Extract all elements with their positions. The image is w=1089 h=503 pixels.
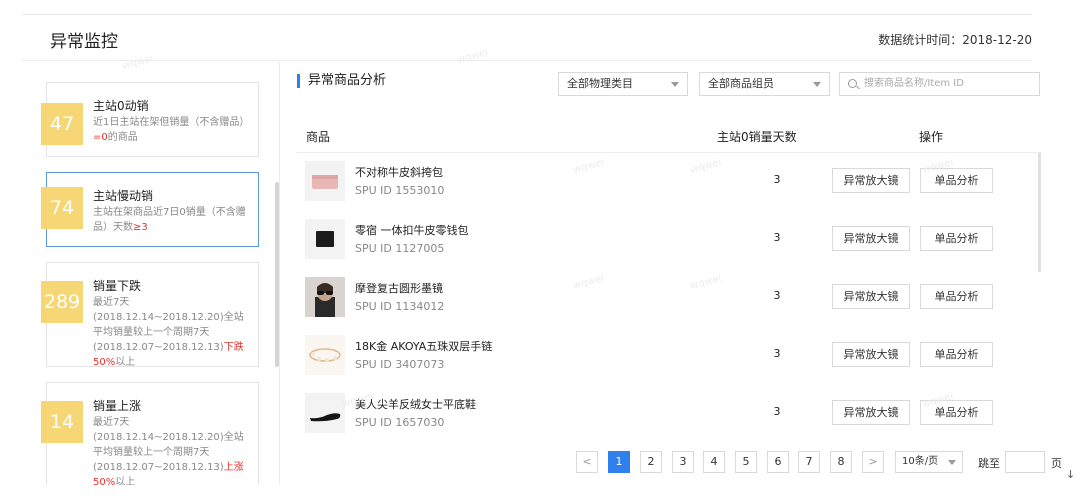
zero-sales-days: 3 bbox=[773, 173, 781, 186]
page-button-1[interactable]: 1 bbox=[608, 451, 630, 473]
page-button-7[interactable]: 7 bbox=[798, 451, 820, 473]
product-thumbnail bbox=[305, 219, 345, 259]
page-title: 异常监控 bbox=[50, 32, 118, 52]
search-icon bbox=[848, 79, 857, 88]
item-analysis-button[interactable]: 单品分析 bbox=[920, 284, 993, 309]
zero-sales-days: 3 bbox=[773, 405, 781, 418]
metric-card-sales-rise[interactable]: 14 销量上涨 最近7天(2018.12.14~2018.12.20)全站平均销… bbox=[41, 382, 259, 485]
group-select-value: 全部商品组员 bbox=[708, 77, 774, 90]
page-suffix-label: 页 bbox=[1051, 457, 1062, 470]
table-row: 摩登复古圆形墨镜 SPU ID 1134012 3 异常放大镜 单品分析 bbox=[297, 269, 1037, 327]
column-header-product: 商品 bbox=[306, 130, 331, 144]
anomaly-zoom-button[interactable]: 异常放大镜 bbox=[832, 284, 910, 309]
page-button-4[interactable]: 4 bbox=[703, 451, 725, 473]
product-thumbnail bbox=[305, 393, 345, 433]
metric-title: 销量下跌 bbox=[93, 279, 142, 293]
metric-desc: 主站在架商品近7日0销量（不含赠品）天数≥3 bbox=[93, 207, 246, 233]
column-header-action: 操作 bbox=[919, 130, 944, 144]
stat-time: 数据统计时间：2018-12-20 bbox=[878, 33, 1032, 47]
page-button-3[interactable]: 3 bbox=[672, 451, 694, 473]
table-row: 零宿 一体扣牛皮零钱包 SPU ID 1127005 3 异常放大镜 单品分析 bbox=[297, 211, 1037, 269]
metric-title: 主站慢动销 bbox=[93, 189, 154, 203]
zero-sales-days: 3 bbox=[773, 289, 781, 302]
product-spu: SPU ID 1127005 bbox=[355, 242, 445, 255]
product-name: 不对称牛皮斜挎包 bbox=[355, 166, 443, 179]
page-header: 异常监控 数据统计时间：2018-12-20 bbox=[22, 15, 1032, 61]
jump-label: 跳至 bbox=[978, 457, 1000, 470]
anomaly-zoom-button[interactable]: 异常放大镜 bbox=[832, 400, 910, 425]
product-thumbnail bbox=[305, 335, 345, 375]
metric-title: 主站0动销 bbox=[93, 99, 149, 113]
table-row: 18K金 AKOYA五珠双层手链 SPU ID 3407073 3 异常放大镜 … bbox=[297, 327, 1037, 385]
pagination: < 1 2 3 4 5 6 7 8 > bbox=[576, 451, 886, 473]
prev-page-button[interactable]: < bbox=[576, 451, 598, 473]
metric-card-slow-sales[interactable]: 74 主站慢动销 主站在架商品近7日0销量（不含赠品）天数≥3 bbox=[41, 172, 259, 247]
anomaly-zoom-button[interactable]: 异常放大镜 bbox=[832, 226, 910, 251]
product-name: 18K金 AKOYA五珠双层手链 bbox=[355, 340, 493, 353]
page-size-value: 10条/页 bbox=[902, 456, 939, 467]
monitor-card: 异常监控 数据统计时间：2018-12-20 47 主站0动销 近1日主站在架但… bbox=[22, 14, 1062, 485]
page-button-8[interactable]: 8 bbox=[830, 451, 852, 473]
search-input[interactable]: 搜索商品名称/Item ID bbox=[839, 72, 1040, 96]
section-title: 异常商品分析 bbox=[297, 74, 386, 88]
anomaly-zoom-button[interactable]: 异常放大镜 bbox=[832, 342, 910, 367]
analysis-panel: 异常商品分析 全部物理类目 全部商品组员 搜索商品名称/Item ID 商品 主… bbox=[281, 62, 1062, 485]
arrow-down-icon: ↓ bbox=[1066, 468, 1076, 481]
search-placeholder: 搜索商品名称/Item ID bbox=[864, 78, 964, 89]
metric-desc: 近1日主站在架但销量（不含赠品）=0的商品 bbox=[93, 117, 250, 143]
metrics-sidebar: 47 主站0动销 近1日主站在架但销量（不含赠品）=0的商品 74 主站慢动销 … bbox=[22, 62, 280, 485]
item-analysis-button[interactable]: 单品分析 bbox=[920, 226, 993, 251]
chevron-down-icon bbox=[813, 82, 821, 87]
product-spu: SPU ID 1134012 bbox=[355, 300, 445, 313]
sidebar-scrollbar[interactable] bbox=[275, 182, 279, 367]
jump-page-input[interactable] bbox=[1005, 451, 1045, 473]
metric-value: 289 bbox=[41, 281, 83, 323]
page-button-2[interactable]: 2 bbox=[640, 451, 662, 473]
chevron-down-icon bbox=[948, 460, 956, 465]
product-spu: SPU ID 3407073 bbox=[355, 358, 445, 371]
table-row: 美人尖羊反绒女士平底鞋 SPU ID 1657030 3 异常放大镜 单品分析 bbox=[297, 385, 1037, 443]
group-select[interactable]: 全部商品组员 bbox=[699, 72, 830, 96]
product-name: 零宿 一体扣牛皮零钱包 bbox=[355, 224, 469, 237]
zero-sales-days: 3 bbox=[773, 347, 781, 360]
metric-desc: 最近7天(2018.12.14~2018.12.20)全站平均销量较上一个周期7… bbox=[93, 297, 244, 368]
item-analysis-button[interactable]: 单品分析 bbox=[920, 168, 993, 193]
product-thumbnail bbox=[305, 277, 345, 317]
chevron-down-icon bbox=[671, 82, 679, 87]
zero-sales-days: 3 bbox=[773, 231, 781, 244]
category-select[interactable]: 全部物理类目 bbox=[558, 72, 688, 96]
product-thumbnail bbox=[305, 161, 345, 201]
column-header-days: 主站0销量天数 bbox=[717, 130, 797, 144]
table-row: 不对称牛皮斜挎包 SPU ID 1553010 3 异常放大镜 单品分析 bbox=[297, 153, 1037, 211]
page-button-6[interactable]: 6 bbox=[767, 451, 789, 473]
product-name: 美人尖羊反绒女士平底鞋 bbox=[355, 398, 476, 411]
page-button-5[interactable]: 5 bbox=[735, 451, 757, 473]
metric-value: 74 bbox=[41, 187, 83, 229]
product-spu: SPU ID 1553010 bbox=[355, 184, 445, 197]
page-size-select[interactable]: 10条/页 bbox=[895, 451, 963, 473]
table-scrollbar[interactable] bbox=[1038, 152, 1041, 272]
item-analysis-button[interactable]: 单品分析 bbox=[920, 342, 993, 367]
metric-card-zero-sales[interactable]: 47 主站0动销 近1日主站在架但销量（不含赠品）=0的商品 bbox=[41, 82, 259, 157]
item-analysis-button[interactable]: 单品分析 bbox=[920, 400, 993, 425]
category-select-value: 全部物理类目 bbox=[567, 77, 633, 90]
anomaly-zoom-button[interactable]: 异常放大镜 bbox=[832, 168, 910, 193]
metric-card-sales-drop[interactable]: 289 销量下跌 最近7天(2018.12.14~2018.12.20)全站平均… bbox=[41, 262, 259, 368]
metric-title: 销量上涨 bbox=[93, 399, 142, 413]
product-name: 摩登复古圆形墨镜 bbox=[355, 282, 443, 295]
metric-value: 14 bbox=[41, 401, 83, 443]
metric-value: 47 bbox=[41, 103, 83, 145]
next-page-button[interactable]: > bbox=[862, 451, 884, 473]
metric-desc: 最近7天(2018.12.14~2018.12.20)全站平均销量较上一个周期7… bbox=[93, 417, 244, 485]
product-spu: SPU ID 1657030 bbox=[355, 416, 445, 429]
